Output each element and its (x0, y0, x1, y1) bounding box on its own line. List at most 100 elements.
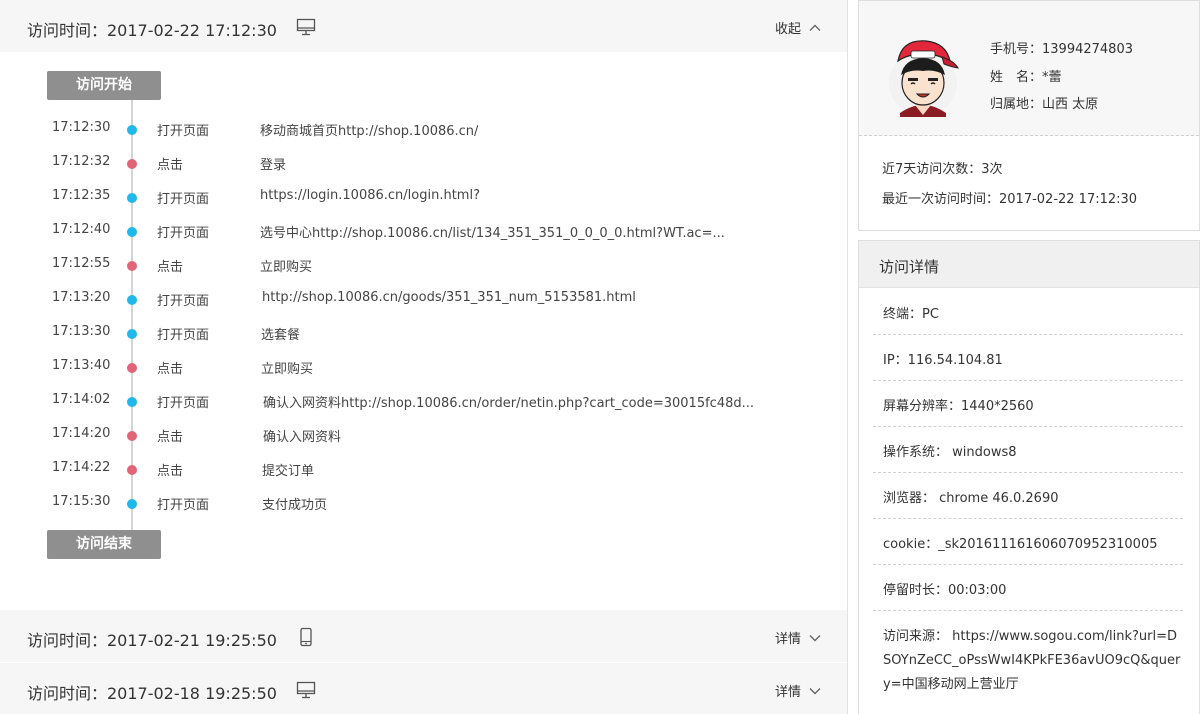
event-time: 17:12:32 (52, 154, 111, 169)
event-action: 打开页面 (157, 124, 210, 139)
user-panel: 手机号：13994274803 姓 名：*蕾 归属地：山西 太原 近7天访问次数… (858, 0, 1200, 714)
profile-header: 手机号：13994274803 姓 名：*蕾 归属地：山西 太原 (859, 1, 1199, 136)
event-action: 点击 (157, 464, 184, 479)
chevron-up-icon (809, 24, 821, 31)
timeline-row: 17:13:40 点击 立即购买 (0, 357, 847, 377)
collapse-label: 收起 (774, 22, 801, 37)
details-title: 访问详情 (879, 258, 940, 276)
event-time: 17:12:55 (52, 256, 111, 271)
event-time: 17:14:20 (52, 426, 111, 441)
event-dot (127, 431, 137, 441)
source-value: 访问来源： https://www.sogou.com/link?url=DSO… (883, 629, 1181, 692)
event-time: 17:14:02 (52, 392, 111, 407)
chevron-down-icon (809, 634, 821, 641)
timeline-row: 17:12:30 打开页面 移动商城首页http://shop.10086.cn… (0, 119, 847, 139)
event-time: 17:12:30 (52, 120, 111, 135)
timeline-row: 17:12:55 点击 立即购买 (0, 255, 847, 275)
event-target: 确认入网资料http://shop.10086.cn/order/netin.p… (263, 396, 755, 411)
event-dot (127, 227, 137, 237)
detail-duration: 停留时长：00:03:00 (873, 565, 1183, 611)
details-button[interactable]: 详情 (775, 628, 821, 647)
visit-timeline: 访问开始 17:12:30 打开页面 移动商城首页http://shop.100… (0, 52, 847, 610)
event-time: 17:14:22 (52, 460, 111, 475)
visit-header[interactable]: 访问时间：2017-02-22 17:12:30 收起 (0, 0, 847, 52)
timeline-row: 17:12:32 点击 登录 (0, 153, 847, 173)
event-target: 提交订单 (262, 464, 315, 479)
event-dot (127, 329, 137, 339)
visit-header[interactable]: 访问时间：2017-02-18 19:25:50 详情 (0, 663, 847, 714)
event-target: 登录 (260, 158, 287, 173)
visit-details-card: 访问详情 终端：PC IP：116.54.104.81 屏幕分辨率：1440*2… (858, 240, 1200, 714)
event-action: 点击 (157, 158, 184, 173)
event-dot (127, 295, 137, 305)
last-visit-time: 最近一次访问时间：2017-02-22 17:12:30 (882, 192, 1138, 207)
event-target: 支付成功页 (262, 498, 328, 513)
event-dot (127, 499, 137, 509)
event-action: 打开页面 (157, 498, 210, 513)
details-header: 访问详情 (859, 241, 1199, 288)
duration-value: 停留时长：00:03:00 (883, 583, 1007, 598)
event-action: 打开页面 (157, 226, 210, 241)
user-location: 归属地：山西 太原 (990, 97, 1099, 112)
visit-time-label: 访问时间：2017-02-18 19:25:50 (27, 684, 277, 703)
timeline-row: 17:13:30 打开页面 选套餐 (0, 323, 847, 343)
event-dot (127, 465, 137, 475)
timeline-row: 17:14:02 打开页面 确认入网资料http://shop.10086.cn… (0, 391, 847, 411)
event-target: 立即购买 (260, 260, 313, 275)
event-dot (127, 363, 137, 373)
browser-value: 浏览器： chrome 46.0.2690 (883, 491, 1059, 506)
detail-ip: IP：116.54.104.81 (873, 335, 1183, 381)
resolution-value: 屏幕分辨率：1440*2560 (883, 399, 1034, 414)
event-target: 立即购买 (261, 362, 314, 377)
event-action: 打开页面 (157, 294, 210, 309)
timeline-row: 17:14:22 点击 提交订单 (0, 459, 847, 479)
timeline-row: 17:14:20 点击 确认入网资料 (0, 425, 847, 445)
event-time: 17:13:30 (52, 324, 111, 339)
event-time: 17:13:20 (52, 290, 111, 305)
event-dot (127, 159, 137, 169)
event-action: 点击 (157, 260, 184, 275)
user-name: 姓 名：*蕾 (990, 70, 1062, 85)
timeline-row: 17:12:35 打开页面 https://login.10086.cn/log… (0, 187, 847, 207)
detail-cookie: cookie：_sk201611161606070952310005 (873, 519, 1183, 565)
avatar (884, 31, 962, 117)
panel-divider (847, 0, 848, 714)
detail-os: 操作系统： windows8 (873, 427, 1183, 473)
event-action: 点击 (157, 362, 184, 377)
visit-time-label: 访问时间：2017-02-22 17:12:30 (27, 21, 277, 40)
ip-value: IP：116.54.104.81 (883, 353, 1003, 368)
cookie-value: cookie：_sk201611161606070952310005 (883, 537, 1158, 552)
event-action: 打开页面 (157, 328, 210, 343)
event-target: https://login.10086.cn/login.html? (260, 188, 480, 203)
detail-source: 访问来源： https://www.sogou.com/link?url=DSO… (873, 611, 1183, 701)
visits-7-days: 近7天访问次数：3次 (882, 162, 1003, 177)
collapse-button[interactable]: 收起 (775, 18, 821, 37)
phone-number: 手机号：13994274803 (990, 42, 1133, 57)
event-target: 确认入网资料 (263, 430, 342, 445)
visit-start-tag: 访问开始 (47, 71, 161, 100)
details-button[interactable]: 详情 (775, 681, 821, 700)
detail-browser: 浏览器： chrome 46.0.2690 (873, 473, 1183, 519)
visit-header[interactable]: 访问时间：2017-02-21 19:25:50 详情 (0, 610, 847, 662)
desktop-icon (296, 17, 316, 37)
visit-list: 访问时间：2017-02-22 17:12:30 收起 访问开始 17:12:3… (0, 0, 847, 714)
event-time: 17:13:40 (52, 358, 111, 373)
desktop-icon (296, 680, 316, 700)
timeline-row: 17:12:40 打开页面 选号中心http://shop.10086.cn/l… (0, 221, 847, 241)
event-target: 选套餐 (261, 328, 301, 343)
event-dot (127, 193, 137, 203)
details-label: 详情 (774, 685, 801, 700)
event-dot (127, 261, 137, 271)
visit-end-tag: 访问结束 (47, 530, 161, 559)
timeline-row: 17:13:20 打开页面 http://shop.10086.cn/goods… (0, 289, 847, 309)
timeline-row: 17:15:30 打开页面 支付成功页 (0, 493, 847, 513)
event-target: 移动商城首页http://shop.10086.cn/ (260, 124, 479, 139)
terminal-value: 终端：PC (883, 307, 939, 322)
details-label: 详情 (774, 632, 801, 647)
event-target: http://shop.10086.cn/goods/351_351_num_5… (262, 290, 636, 305)
detail-terminal: 终端：PC (873, 289, 1183, 335)
chevron-down-icon (809, 687, 821, 694)
event-dot (127, 125, 137, 135)
event-action: 打开页面 (157, 192, 210, 207)
event-time: 17:15:30 (52, 494, 111, 509)
